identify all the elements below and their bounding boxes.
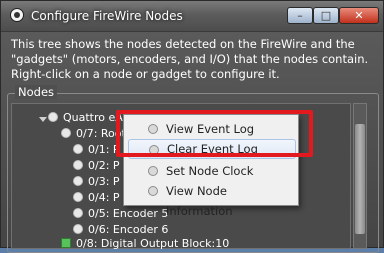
menu-item-label: Set Node Clock: [166, 164, 254, 178]
tree-node[interactable]: 0/1: P: [73, 143, 120, 156]
gear-icon: [73, 192, 83, 202]
info-icon: [148, 186, 158, 196]
title-bar[interactable]: Configure FireWire Nodes – □ ✕: [1, 1, 383, 32]
gear-icon: [48, 112, 58, 122]
annotation-highlight-box: [116, 110, 313, 157]
gear-icon: [73, 176, 83, 186]
menu-item-view-node-information[interactable]: View Node Information: [128, 181, 296, 218]
tree-node[interactable]: 0/4: P: [73, 191, 120, 204]
menu-item-set-node-clock[interactable]: Set Node Clock: [128, 161, 296, 181]
tree-node[interactable]: 0/2: P: [73, 159, 120, 172]
configure-firewire-window: Configure FireWire Nodes – □ ✕ This tree…: [0, 0, 384, 253]
scrollbar-thumb[interactable]: [355, 124, 365, 234]
tree-node-label: 0/3: P: [88, 175, 120, 188]
gear-icon: [73, 224, 83, 234]
tree-node-label: 0/1: P: [88, 143, 120, 156]
nodes-group-label: Nodes: [15, 85, 58, 99]
minimize-button[interactable]: –: [287, 7, 313, 24]
gear-icon: [73, 208, 83, 218]
close-button[interactable]: ✕: [339, 7, 379, 24]
tree-node[interactable]: 0/5: Encoder 5: [73, 207, 168, 220]
tree-node-label: 0/5: Encoder 5: [88, 207, 169, 220]
tree-scrollbar[interactable]: [353, 103, 367, 249]
tree-node-label: 0/6: Encoder 6: [88, 223, 169, 236]
tree-node-label: 0/4: P: [88, 191, 120, 204]
gear-icon: [61, 128, 71, 138]
tree-node-label: 0/8: Digital Output Block:10: [76, 237, 230, 250]
tree-node[interactable]: 0/8: Digital Output Block:10: [61, 237, 229, 250]
menu-item-label: View Node Information: [166, 184, 233, 218]
gear-icon: [73, 144, 83, 154]
tree-node[interactable]: 0/6: Encoder 6: [73, 223, 168, 236]
gear-icon: [73, 160, 83, 170]
description-text: This tree shows the nodes detected on th…: [11, 37, 369, 81]
tree-node[interactable]: 0/3: P: [73, 175, 120, 188]
tree-node-label: 0/2: P: [88, 159, 120, 172]
app-icon: [10, 8, 24, 22]
chevron-down-icon[interactable]: [39, 117, 47, 122]
clock-icon: [148, 166, 158, 176]
digital-output-icon: [61, 238, 71, 248]
window-title: Configure FireWire Nodes: [31, 9, 183, 23]
maximize-button[interactable]: □: [313, 7, 339, 24]
